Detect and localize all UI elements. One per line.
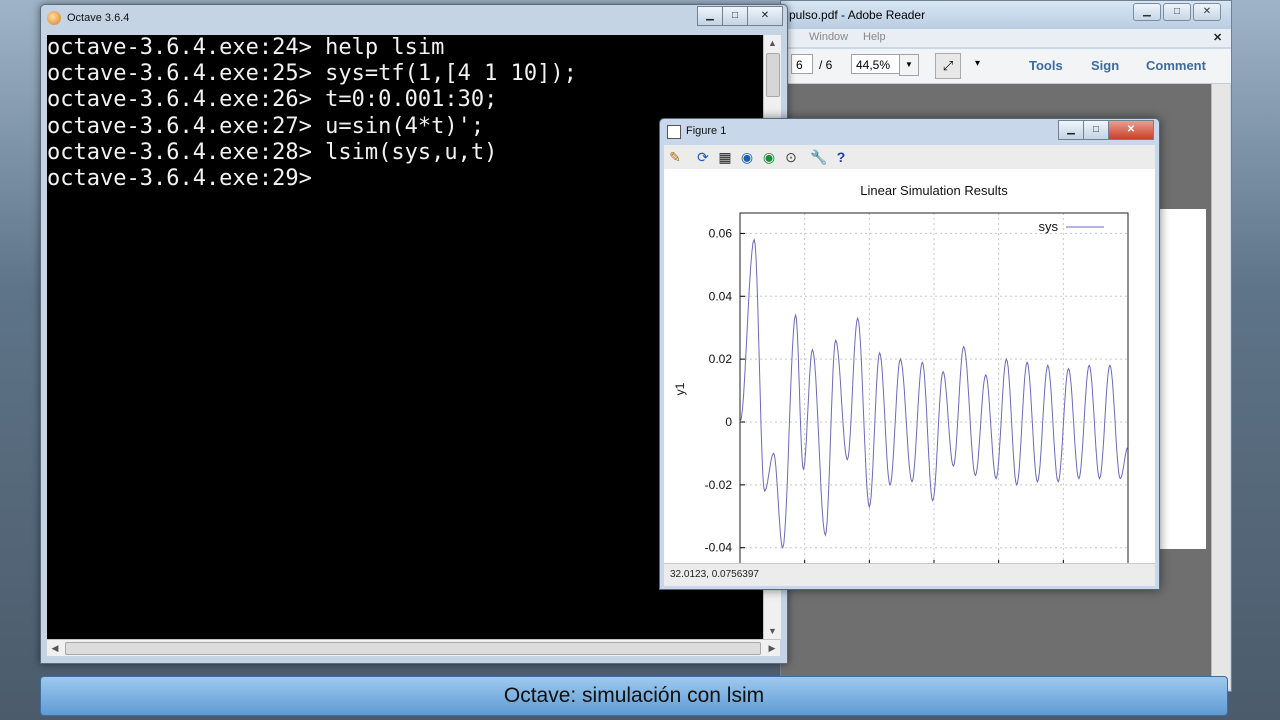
figure-window[interactable]: Figure 1 ▁ □ ✕ ✎ ⟳ ▦ ◉ ◉ ⊙ 🔧 ? Linear Si… [659, 118, 1160, 608]
console-line: octave-3.6.4.exe:27> u=sin(4*t)'; [47, 114, 763, 140]
reader-close-button[interactable]: ✕ [1193, 3, 1221, 21]
octave-maximize-button[interactable]: □ [722, 6, 748, 26]
console-horizontal-scrollbar[interactable]: ◀ ▶ [47, 639, 780, 656]
reader-title: pulso.pdf - Adobe Reader [789, 8, 926, 22]
axes-icon[interactable]: ✎ [666, 148, 684, 166]
console-line: octave-3.6.4.exe:28> lsim(sys,u,t) [47, 140, 763, 166]
console-command: sys=tf(1,[4 1 10]); [325, 61, 577, 87]
tools-button[interactable]: Tools [1029, 58, 1063, 73]
y-tick-label: 0.06 [709, 226, 733, 240]
plot-area[interactable]: Linear Simulation Results0510152025300.0… [664, 169, 1155, 608]
figure-app-icon [667, 125, 681, 139]
figure-titlebar[interactable]: Figure 1 ▁ □ ✕ [660, 119, 1159, 145]
settings-icon[interactable]: 🔧 [810, 148, 828, 166]
scroll-right-icon[interactable]: ▶ [764, 640, 780, 656]
console-command: lsim(sys,u,t) [325, 139, 498, 165]
replot-icon[interactable]: ⟳ [694, 148, 712, 166]
y-tick-label: -0.02 [705, 478, 733, 492]
console-prompt: octave-3.6.4.exe:27> [47, 113, 326, 139]
scroll-left-icon[interactable]: ◀ [47, 640, 63, 656]
page-total-label: / 6 [819, 58, 833, 72]
comment-button[interactable]: Comment [1146, 58, 1206, 73]
legend-label: sys [1039, 219, 1059, 234]
figure-toolbar: ✎ ⟳ ▦ ◉ ◉ ⊙ 🔧 ? [664, 145, 1155, 170]
sign-button[interactable]: Sign [1091, 58, 1119, 73]
reader-minimize-button[interactable]: ▁ [1133, 3, 1161, 21]
octave-minimize-button[interactable]: ▁ [697, 6, 723, 26]
console-command: u=sin(4*t)'; [325, 113, 485, 139]
menu-close-icon[interactable]: ✕ [1213, 31, 1222, 44]
figure-maximize-button[interactable]: □ [1083, 120, 1109, 140]
console-line: octave-3.6.4.exe:24> help lsim [47, 35, 763, 61]
octave-app-icon [47, 11, 61, 25]
console-prompt: octave-3.6.4.exe:28> [47, 139, 326, 165]
octave-titlebar[interactable]: Octave 3.6.4 ▁ □ ✕ [41, 5, 787, 33]
zoom-next-icon[interactable]: ◉ [760, 148, 778, 166]
reader-toolbar: 6 / 6 44,5% ▼ ⤢ ▾ Tools Sign Comment [781, 49, 1231, 84]
y-tick-label: 0.02 [709, 352, 733, 366]
console-command: help lsim [325, 35, 445, 60]
y-tick-label: 0.04 [709, 289, 733, 303]
console-line: octave-3.6.4.exe:26> t=0:0.001:30; [47, 87, 763, 113]
console-prompt: octave-3.6.4.exe:26> [47, 87, 326, 113]
reader-titlebar[interactable]: pulso.pdf - Adobe Reader ▁ □ ✕ [781, 1, 1231, 29]
menu-item-window[interactable]: Window [809, 31, 848, 43]
octave-title: Octave 3.6.4 [67, 12, 130, 24]
console-line: octave-3.6.4.exe:25> sys=tf(1,[4 1 10]); [47, 61, 763, 87]
reader-scrollbar[interactable] [1211, 84, 1230, 689]
console-prompt: octave-3.6.4.exe:25> [47, 61, 326, 87]
grid-icon[interactable]: ▦ [716, 148, 734, 166]
help-icon[interactable]: ? [832, 148, 850, 166]
console-prompt: octave-3.6.4.exe:24> [47, 35, 326, 60]
console-line: octave-3.6.4.exe:29> [47, 166, 763, 192]
y-tick-label: -0.04 [705, 541, 733, 555]
reader-maximize-button[interactable]: □ [1163, 3, 1191, 21]
menu-item-help[interactable]: Help [863, 31, 886, 43]
lsim-chart: Linear Simulation Results0510152025300.0… [673, 183, 1135, 608]
y-tick-label: 0 [725, 415, 732, 429]
y-axis-label: y1 [673, 382, 687, 395]
figure-close-button[interactable]: ✕ [1108, 120, 1154, 140]
fit-page-icon[interactable]: ⤢ [935, 53, 961, 79]
console-prompt: octave-3.6.4.exe:29> [47, 165, 326, 191]
chart-title: Linear Simulation Results [860, 183, 1008, 198]
figure-title: Figure 1 [686, 125, 727, 137]
scroll-up-icon[interactable]: ▲ [764, 35, 781, 51]
octave-close-button[interactable]: ✕ [747, 6, 783, 26]
toolbar-more-icon[interactable]: ▾ [975, 58, 980, 69]
video-caption: Octave: simulación con lsim [40, 676, 1228, 716]
cursor-coordinates: 32.0123, 0.0756397 [670, 569, 759, 580]
figure-minimize-button[interactable]: ▁ [1058, 120, 1084, 140]
reader-menubar: Window Help ✕ [781, 29, 1231, 47]
console-command: t=0:0.001:30; [325, 87, 498, 113]
console-output[interactable]: octave-3.6.4.exe:24> help lsim octave-3.6… [47, 35, 763, 639]
page-number-input[interactable]: 6 [791, 54, 813, 74]
horizontal-scroll-thumb[interactable] [65, 642, 761, 655]
figure-statusbar: 32.0123, 0.0756397 [664, 563, 1155, 586]
vertical-scroll-thumb[interactable] [766, 53, 780, 97]
zoom-select[interactable]: 44,5% [851, 54, 901, 74]
autoscale-icon[interactable]: ⊙ [782, 148, 800, 166]
scroll-down-icon[interactable]: ▼ [764, 623, 781, 639]
zoom-dropdown-icon[interactable]: ▼ [899, 54, 919, 76]
zoom-previous-icon[interactable]: ◉ [738, 148, 756, 166]
